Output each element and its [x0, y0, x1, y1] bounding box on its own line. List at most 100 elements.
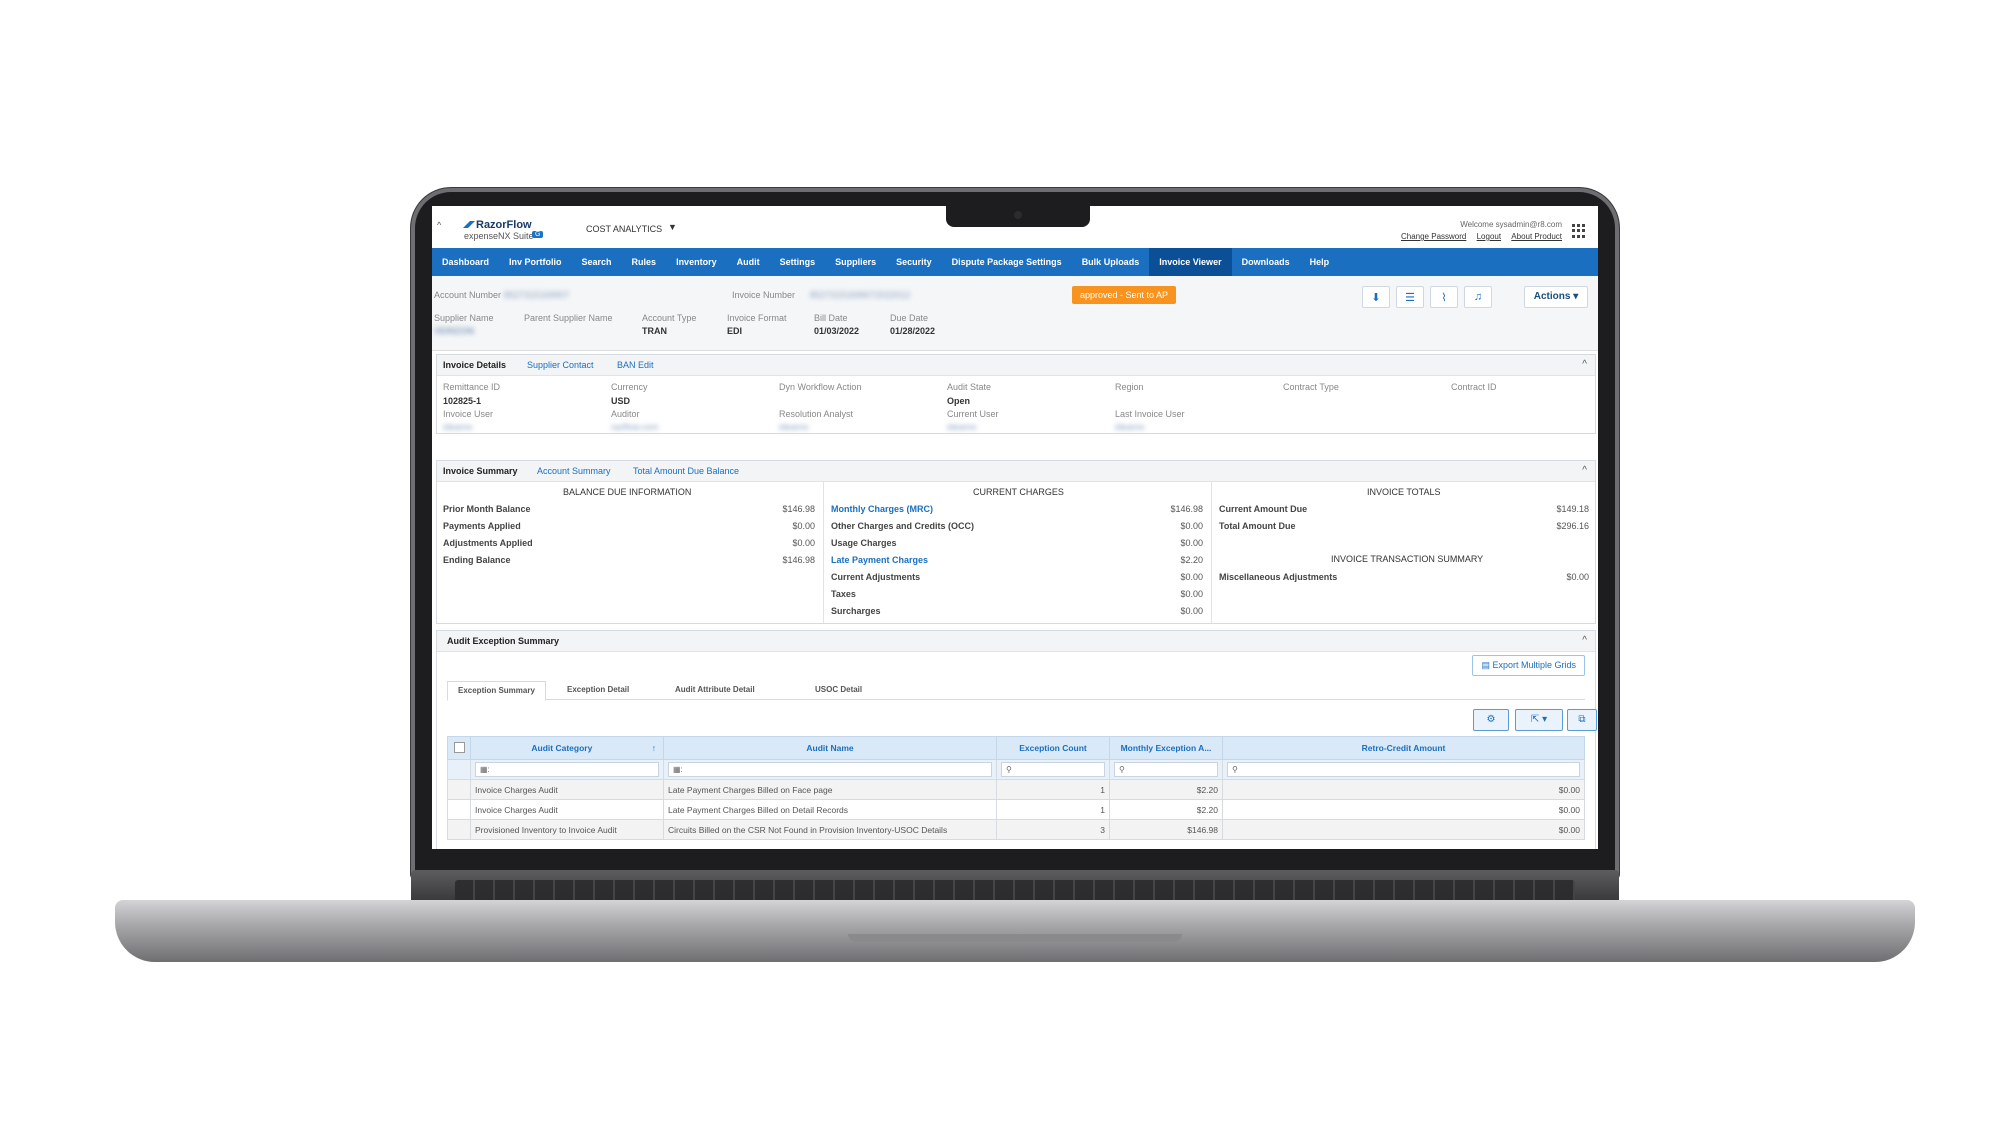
- column-divider: [1211, 481, 1212, 623]
- charge-value: $146.98: [1170, 504, 1203, 514]
- collapse-icon[interactable]: ^: [1582, 635, 1587, 646]
- invoice-totals-title: INVOICE TOTALS: [1367, 487, 1441, 497]
- logo-subtitle: expenseNX Suite: [464, 231, 534, 241]
- nav-inv-portfolio[interactable]: Inv Portfolio: [499, 248, 572, 276]
- app-launcher-icon[interactable]: [1572, 224, 1586, 238]
- export-dropdown-icon[interactable]: ⇱ ▾: [1515, 709, 1563, 731]
- module-selector[interactable]: COST ANALYTICS: [586, 224, 662, 234]
- bill-date-label: Bill Date: [814, 313, 848, 323]
- nav-inventory[interactable]: Inventory: [666, 248, 727, 276]
- payment-icon[interactable]: ⬇: [1362, 286, 1390, 308]
- total-value: $296.16: [1556, 521, 1589, 531]
- tab-account-summary[interactable]: Account Summary: [537, 466, 611, 476]
- tab-invoice-summary[interactable]: Invoice Summary: [443, 466, 518, 476]
- cell-audit-name: Circuits Billed on the CSR Not Found in …: [663, 819, 997, 840]
- cell-audit-name: Late Payment Charges Billed on Face page: [663, 779, 997, 800]
- transaction-value: $0.00: [1566, 572, 1589, 582]
- filter-monthly-exception[interactable]: ⚲: [1109, 759, 1223, 780]
- nav-suppliers[interactable]: Suppliers: [825, 248, 886, 276]
- column-exception-count[interactable]: Exception Count: [996, 736, 1110, 760]
- user-links: Change Password Logout About Product: [1393, 232, 1562, 241]
- actions-label: Actions: [1533, 291, 1571, 302]
- row-select[interactable]: [447, 799, 471, 820]
- nav-downloads[interactable]: Downloads: [1232, 248, 1300, 276]
- balance-value: $0.00: [792, 538, 815, 548]
- logo-title: RazorFlow: [476, 219, 532, 231]
- filter-exception-count[interactable]: ⚲: [996, 759, 1110, 780]
- charge-label-link[interactable]: Monthly Charges (MRC): [831, 504, 933, 514]
- settings-gear-icon[interactable]: ⚙: [1473, 709, 1509, 731]
- row-select[interactable]: [447, 819, 471, 840]
- nav-search[interactable]: Search: [572, 248, 622, 276]
- table-row[interactable]: Invoice Charges Audit Late Payment Charg…: [447, 779, 1585, 800]
- collapse-caret-icon[interactable]: ^: [437, 220, 441, 230]
- table-row[interactable]: Provisioned Inventory to Invoice Audit C…: [447, 819, 1585, 840]
- nav-invoice-viewer[interactable]: Invoice Viewer: [1149, 248, 1232, 276]
- search-icon[interactable]: ⚲: [1227, 762, 1580, 777]
- balance-value: $146.98: [782, 504, 815, 514]
- filter-audit-name[interactable]: ▦:: [663, 759, 997, 780]
- auditor-label: Auditor: [611, 409, 640, 419]
- search-icon[interactable]: ⚲: [1114, 762, 1218, 777]
- filter-icon[interactable]: ▦:: [475, 762, 659, 777]
- invoice-details-tabs: Invoice Details Supplier Contact BAN Edi…: [437, 355, 1595, 376]
- audit-state-value: Open: [947, 396, 971, 406]
- export-multiple-grids-button[interactable]: ▤ Export Multiple Grids: [1472, 655, 1585, 676]
- change-password-link[interactable]: Change Password: [1401, 232, 1466, 241]
- logout-link[interactable]: Logout: [1477, 232, 1501, 241]
- tab-usoc-detail[interactable]: USOC Detail: [815, 685, 862, 694]
- account-header: Account Number 8527315169907 Invoice Num…: [432, 276, 1598, 351]
- invoice-summary-panel: Invoice Summary Account Summary Total Am…: [436, 460, 1596, 624]
- nav-bulk-uploads[interactable]: Bulk Uploads: [1072, 248, 1150, 276]
- tab-ban-edit[interactable]: BAN Edit: [617, 360, 654, 370]
- balance-due-title: BALANCE DUE INFORMATION: [563, 487, 692, 497]
- collapse-icon[interactable]: ^: [1582, 359, 1587, 370]
- filter-audit-category[interactable]: ▦:: [470, 759, 664, 780]
- tab-total-amount-due-balance[interactable]: Total Amount Due Balance: [633, 466, 739, 476]
- tab-exception-summary[interactable]: Exception Summary: [447, 681, 546, 701]
- nav-security[interactable]: Security: [886, 248, 942, 276]
- nav-dashboard[interactable]: Dashboard: [432, 248, 499, 276]
- cell-audit-category: Invoice Charges Audit: [470, 779, 664, 800]
- row-select[interactable]: [447, 779, 471, 800]
- nav-audit[interactable]: Audit: [727, 248, 770, 276]
- search-icon[interactable]: ⚲: [1001, 762, 1105, 777]
- tab-audit-attribute-detail[interactable]: Audit Attribute Detail: [675, 685, 755, 694]
- filter-retro-credit[interactable]: ⚲: [1222, 759, 1585, 780]
- cell-monthly-exception: $2.20: [1109, 779, 1223, 800]
- nav-dispute-package-settings[interactable]: Dispute Package Settings: [942, 248, 1072, 276]
- table-row[interactable]: Invoice Charges Audit Late Payment Charg…: [447, 799, 1585, 820]
- filter-spacer: [447, 759, 471, 780]
- total-label: Total Amount Due: [1219, 521, 1296, 531]
- tab-exception-detail[interactable]: Exception Detail: [567, 685, 629, 694]
- last-invoice-user-label: Last Invoice User: [1115, 409, 1185, 419]
- chevron-down-icon[interactable]: ▼: [668, 222, 677, 232]
- nav-rules[interactable]: Rules: [622, 248, 667, 276]
- actions-button[interactable]: Actions ▾: [1524, 286, 1588, 308]
- charge-value: $2.20: [1180, 555, 1203, 565]
- dyn-workflow-label: Dyn Workflow Action: [779, 382, 862, 392]
- filter-icon[interactable]: ▦:: [668, 762, 992, 777]
- cell-exception-count: 1: [996, 799, 1110, 820]
- attachment-icon[interactable]: ⌇: [1430, 286, 1458, 308]
- nav-settings[interactable]: Settings: [770, 248, 826, 276]
- sort-up-icon[interactable]: ↑: [652, 743, 656, 753]
- column-monthly-exception-amount[interactable]: Monthly Exception A...: [1109, 736, 1223, 760]
- charge-label-link[interactable]: Late Payment Charges: [831, 555, 928, 565]
- column-audit-category[interactable]: Audit Category ↑: [470, 736, 664, 760]
- account-number-value: 8527315169907: [504, 290, 570, 300]
- contract-id-label: Contract ID: [1451, 382, 1497, 392]
- about-product-link[interactable]: About Product: [1511, 232, 1562, 241]
- select-all-checkbox[interactable]: [447, 736, 471, 760]
- copy-icon[interactable]: ⧉: [1567, 709, 1597, 731]
- nav-help[interactable]: Help: [1300, 248, 1340, 276]
- transaction-label: Miscellaneous Adjustments: [1219, 572, 1338, 582]
- report-icon[interactable]: ☰: [1396, 286, 1424, 308]
- tab-supplier-contact[interactable]: Supplier Contact: [527, 360, 594, 370]
- balance-value: $0.00: [792, 521, 815, 531]
- column-retro-credit-amount[interactable]: Retro-Credit Amount: [1222, 736, 1585, 760]
- due-date-label: Due Date: [890, 313, 929, 323]
- column-audit-name[interactable]: Audit Name: [663, 736, 997, 760]
- tab-invoice-details[interactable]: Invoice Details: [443, 360, 506, 370]
- collapse-icon[interactable]: ^: [1582, 465, 1587, 476]
